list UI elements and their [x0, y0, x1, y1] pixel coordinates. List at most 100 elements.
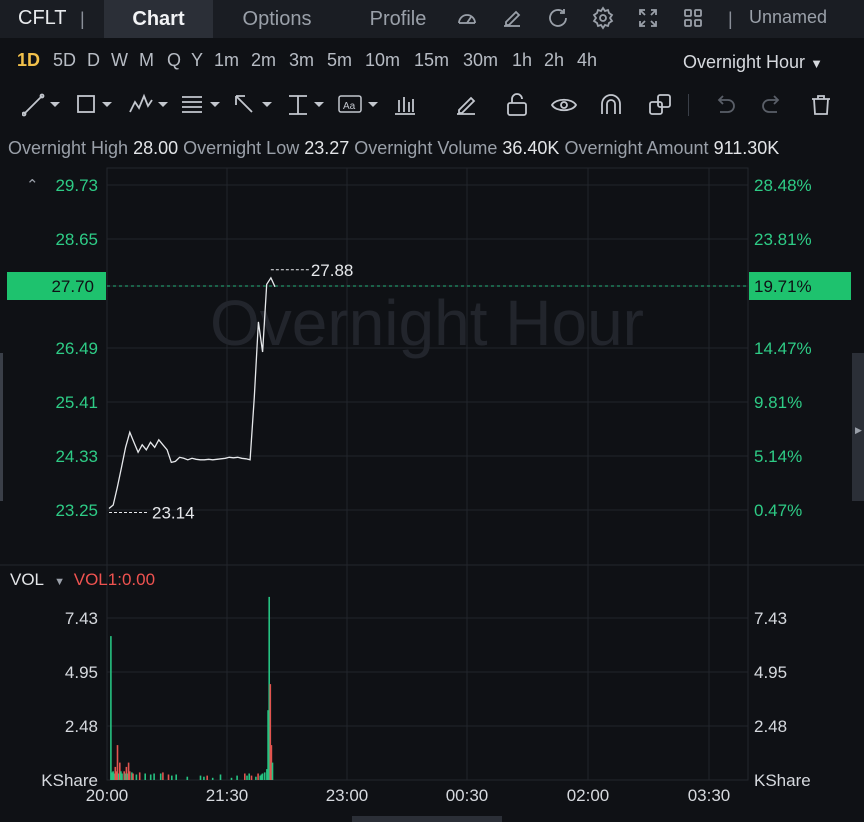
stat-high-value: 28.00	[133, 138, 179, 158]
period-5m[interactable]: 5m	[327, 50, 352, 71]
volume-bar	[271, 762, 274, 780]
period-2m[interactable]: 2m	[251, 50, 276, 71]
period-bar: 1D 5D D W M Q Y 1m 2m 3m 5m 10m 15m 30m …	[0, 38, 864, 82]
period-1h[interactable]: 1h	[512, 50, 532, 71]
chart-watermark: Overnight Hour	[210, 287, 644, 359]
current-change-value: 19.71%	[754, 277, 812, 296]
tab-profile[interactable]: Profile	[350, 0, 446, 38]
layout-grid-icon[interactable]	[681, 6, 705, 30]
price-axis-left: 29.73 28.65 26.49 25.41 24.33 23.25 27.70	[7, 176, 106, 520]
refresh-icon[interactable]	[546, 6, 570, 30]
settings-icon[interactable]	[591, 6, 615, 30]
fibonacci-icon[interactable]	[180, 92, 222, 118]
volume-bar	[162, 772, 164, 780]
stat-high-label: Overnight High	[8, 138, 129, 158]
volume-bar	[121, 773, 123, 780]
percent-tick-label: 5.14%	[754, 447, 802, 466]
clone-icon[interactable]	[647, 92, 673, 118]
price-tick-label: 28.65	[55, 230, 98, 249]
period-4h[interactable]: 4h	[577, 50, 597, 71]
period-1d[interactable]: 1D	[17, 50, 40, 71]
volume-tick-label: 4.95	[65, 663, 98, 682]
volume-tick-label: 2.48	[65, 717, 98, 736]
time-scrollbar[interactable]	[352, 816, 502, 822]
measure-icon[interactable]	[286, 92, 328, 118]
volume-bar	[263, 772, 266, 780]
volume-tick-label: 7.43	[65, 609, 98, 628]
time-tick-label: 02:00	[567, 786, 610, 805]
tab-chart[interactable]: Chart	[104, 0, 213, 38]
period-2h[interactable]: 2h	[544, 50, 564, 71]
volume-bar	[257, 773, 259, 780]
period-m[interactable]: M	[139, 50, 154, 71]
time-tick-label: 00:30	[446, 786, 489, 805]
period-1m[interactable]: 1m	[214, 50, 239, 71]
period-y[interactable]: Y	[191, 50, 203, 71]
rectangle-icon[interactable]	[76, 92, 116, 118]
symbol-label[interactable]: CFLT	[18, 7, 67, 30]
volume-bar	[206, 775, 208, 780]
period-10m[interactable]: 10m	[365, 50, 400, 71]
volume-bar	[248, 773, 250, 780]
high-marker-label: 27.88	[311, 261, 354, 280]
magnet-icon[interactable]	[598, 92, 624, 118]
gauge-icon[interactable]	[455, 6, 479, 30]
volume-bar	[186, 776, 189, 780]
price-chart[interactable]: Overnight Hour 29.73 28.65 26.49 25.41 24.33…	[0, 165, 864, 822]
period-15m[interactable]: 15m	[414, 50, 449, 71]
vol-label[interactable]: VOL	[10, 570, 43, 589]
pattern-icon[interactable]	[128, 92, 170, 118]
fullscreen-icon[interactable]	[636, 6, 660, 30]
period-d[interactable]: D	[87, 50, 100, 71]
price-tick-label: 26.49	[55, 339, 98, 358]
volume-bar	[236, 775, 238, 780]
trendline-icon[interactable]	[22, 92, 62, 118]
vol-caret-icon[interactable]: ▼	[54, 576, 65, 588]
svg-text:Aa: Aa	[343, 101, 356, 112]
price-tick-label: 24.33	[55, 447, 98, 466]
undo-icon[interactable]	[712, 92, 738, 118]
eye-icon[interactable]	[550, 92, 578, 118]
period-w[interactable]: W	[111, 50, 128, 71]
tab-options[interactable]: Options	[222, 0, 332, 38]
volume-bar	[128, 771, 131, 780]
redo-icon[interactable]	[759, 92, 785, 118]
volume-unit-label: KShare	[754, 771, 811, 790]
left-scroll-handle[interactable]	[0, 353, 3, 501]
period-5d[interactable]: 5D	[53, 50, 76, 71]
percent-tick-label: 23.81%	[754, 230, 812, 249]
volume-bar	[255, 776, 257, 780]
session-select[interactable]: Overnight Hour ▼	[683, 52, 823, 73]
pencil-icon[interactable]	[453, 92, 479, 118]
volume-series: 7.43 7.434.95 4.952.48 2.48KShare KShare	[41, 596, 811, 790]
indicator-icon[interactable]	[393, 92, 417, 118]
stat-volume-label: Overnight Volume	[354, 138, 498, 158]
text-icon[interactable]: Aa	[338, 92, 380, 118]
volume-bar	[159, 773, 162, 780]
volume-bar	[230, 777, 233, 780]
volume-bar	[199, 775, 202, 780]
volume-bar	[110, 636, 112, 780]
divider: |	[80, 9, 85, 29]
percent-tick-label: 14.47%	[754, 339, 812, 358]
caret-down-icon: ▼	[810, 56, 823, 71]
arrow-icon[interactable]	[232, 92, 274, 118]
percent-tick-label: 0.47%	[754, 501, 802, 520]
volume-bar	[149, 774, 152, 780]
period-3m[interactable]: 3m	[289, 50, 314, 71]
trash-icon[interactable]	[808, 92, 834, 118]
layout-name[interactable]: Unnamed	[749, 7, 864, 28]
vol-indicator-value: VOL1:0.00	[73, 570, 156, 589]
unlock-icon[interactable]	[504, 92, 530, 118]
collapse-up-icon[interactable]: ⌃	[26, 176, 39, 194]
volume-bar	[219, 774, 222, 780]
period-q[interactable]: Q	[167, 50, 181, 71]
edit-icon[interactable]	[500, 6, 524, 30]
percent-tick-label: 9.81%	[754, 393, 802, 412]
period-30m[interactable]: 30m	[463, 50, 498, 71]
stat-amount-label: Overnight Amount	[564, 138, 709, 158]
chart-grid	[0, 167, 864, 781]
drawing-toolbar: Aa	[0, 86, 864, 126]
expand-right-icon[interactable]: ▶	[855, 426, 862, 436]
time-tick-label: 20:00	[86, 786, 129, 805]
